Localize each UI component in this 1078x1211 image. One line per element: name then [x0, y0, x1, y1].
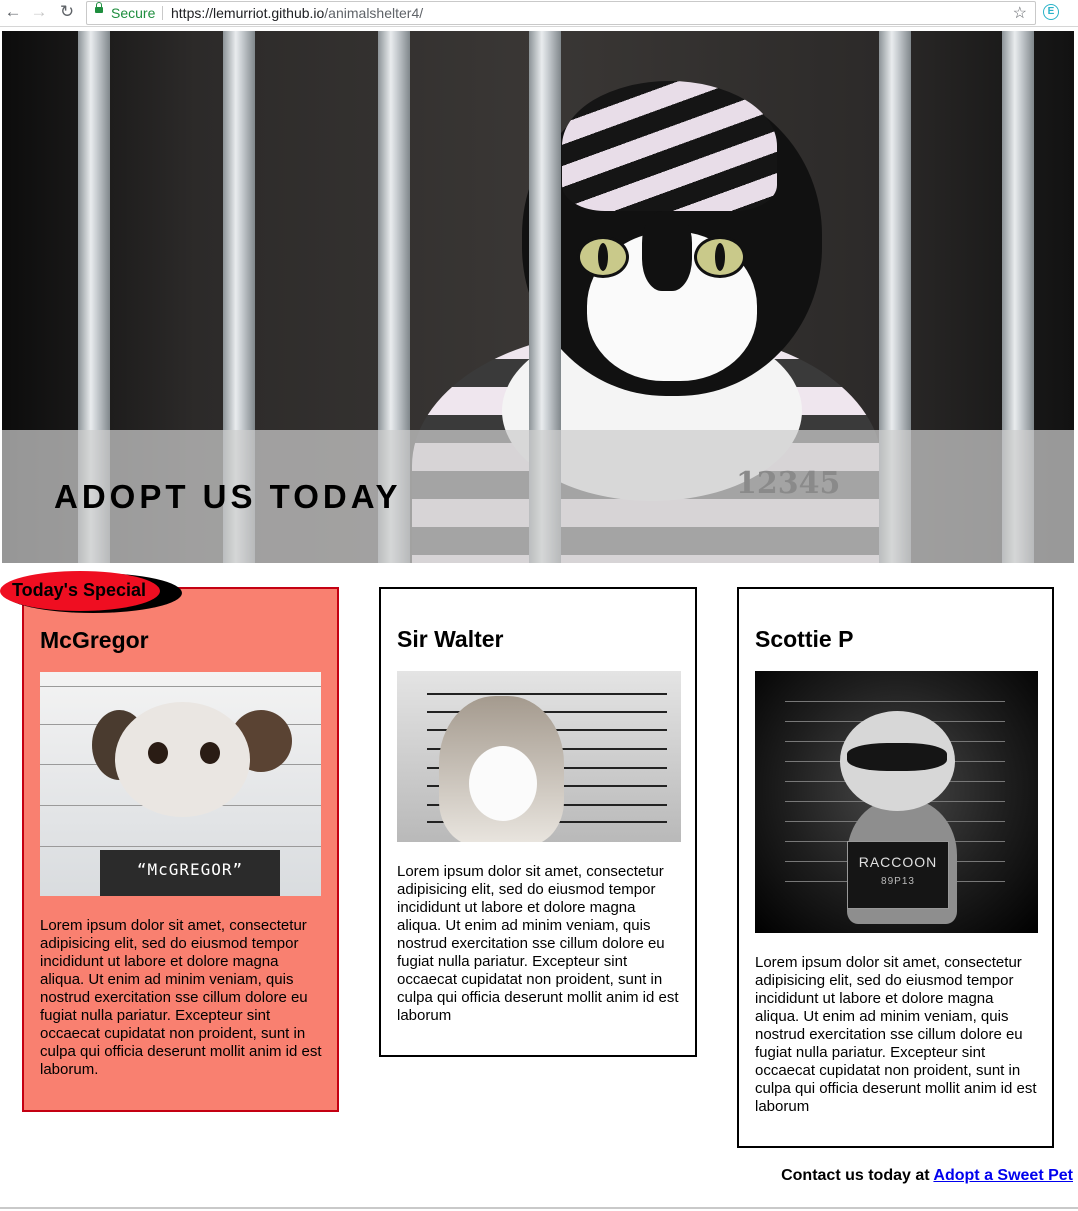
hero-title: ADOPT US TODAY	[54, 478, 402, 515]
sign-label: RACCOON	[858, 854, 938, 870]
pet-description: Lorem ipsum dolor sit amet, consectetur …	[40, 917, 322, 1078]
height-line	[40, 686, 321, 687]
pet-photo-sir-walter	[397, 671, 681, 842]
pet-card-scottie-p[interactable]: Scottie P RACCOON 89P13 Lorem ipsum dolor…	[737, 587, 1054, 1148]
secure-label: Secure	[111, 5, 156, 21]
height-line	[40, 846, 321, 847]
page-bottom-divider	[0, 1207, 1078, 1209]
pet-photo-scottie-p: RACCOON 89P13	[755, 671, 1038, 933]
raccoon-mask	[847, 743, 947, 771]
pet-name: Sir Walter	[397, 626, 504, 652]
dog-eye	[200, 742, 220, 764]
dog-face	[115, 702, 250, 817]
pet-card-mcgregor[interactable]: McGregor “McGREGOR” Lorem ipsum dolor si…	[22, 587, 339, 1112]
reload-icon[interactable]: ↻	[58, 3, 76, 21]
cat-blaze	[642, 211, 692, 291]
browser-toolbar: ← → ↻ Secure https://lemurriot.github.io…	[0, 0, 1078, 27]
back-arrow-icon[interactable]: ←	[4, 3, 22, 21]
forward-arrow-icon[interactable]: →	[30, 3, 48, 21]
cat-prison-cap	[562, 81, 777, 211]
mugshot-sign: “McGREGOR”	[100, 850, 280, 896]
address-bar[interactable]: Secure https://lemurriot.github.io/anima…	[86, 1, 1036, 25]
footer-text: Contact us today at	[781, 1167, 930, 1184]
lock-icon	[95, 2, 103, 13]
pet-description: Lorem ipsum dolor sit amet, consectetur …	[755, 954, 1037, 1115]
cat-eye-left	[577, 236, 629, 278]
adopt-link[interactable]: Adopt a Sweet Pet	[933, 1167, 1073, 1184]
badge-label: Today's Special	[12, 580, 146, 600]
pet-card-sir-walter[interactable]: Sir Walter Lorem ipsum dolor sit amet, c…	[379, 587, 697, 1057]
footer-contact: Contact us today at Adopt a Sweet Pet	[781, 1167, 1073, 1185]
pet-photo-mcgregor: “McGREGOR”	[40, 672, 321, 896]
address-separator	[162, 6, 163, 20]
todays-special-badge: Today's Special	[0, 571, 182, 613]
pet-name: McGregor	[40, 627, 149, 653]
cat-eye-right	[694, 236, 746, 278]
hero-banner: 12345 ADOPT US TODAY	[2, 31, 1074, 563]
pet-name: Scottie P	[755, 626, 854, 652]
inmate-number: 12345	[736, 466, 841, 501]
dog-eye	[148, 742, 168, 764]
grumpy-cat-face	[469, 746, 537, 821]
url-text[interactable]: https://lemurriot.github.io/animalshelte…	[171, 5, 423, 21]
pet-description: Lorem ipsum dolor sit amet, consectetur …	[397, 863, 679, 1024]
sign-number: 89P13	[881, 876, 915, 887]
mugshot-sign: RACCOON 89P13	[847, 841, 949, 909]
height-line	[427, 693, 667, 695]
bookmark-star-icon[interactable]: ☆	[1013, 3, 1027, 23]
extension-icon[interactable]: E	[1043, 4, 1059, 20]
url-path: /animalshelter4/	[324, 5, 424, 21]
height-line	[785, 701, 1005, 702]
url-host: https://lemurriot.github.io	[171, 5, 325, 21]
